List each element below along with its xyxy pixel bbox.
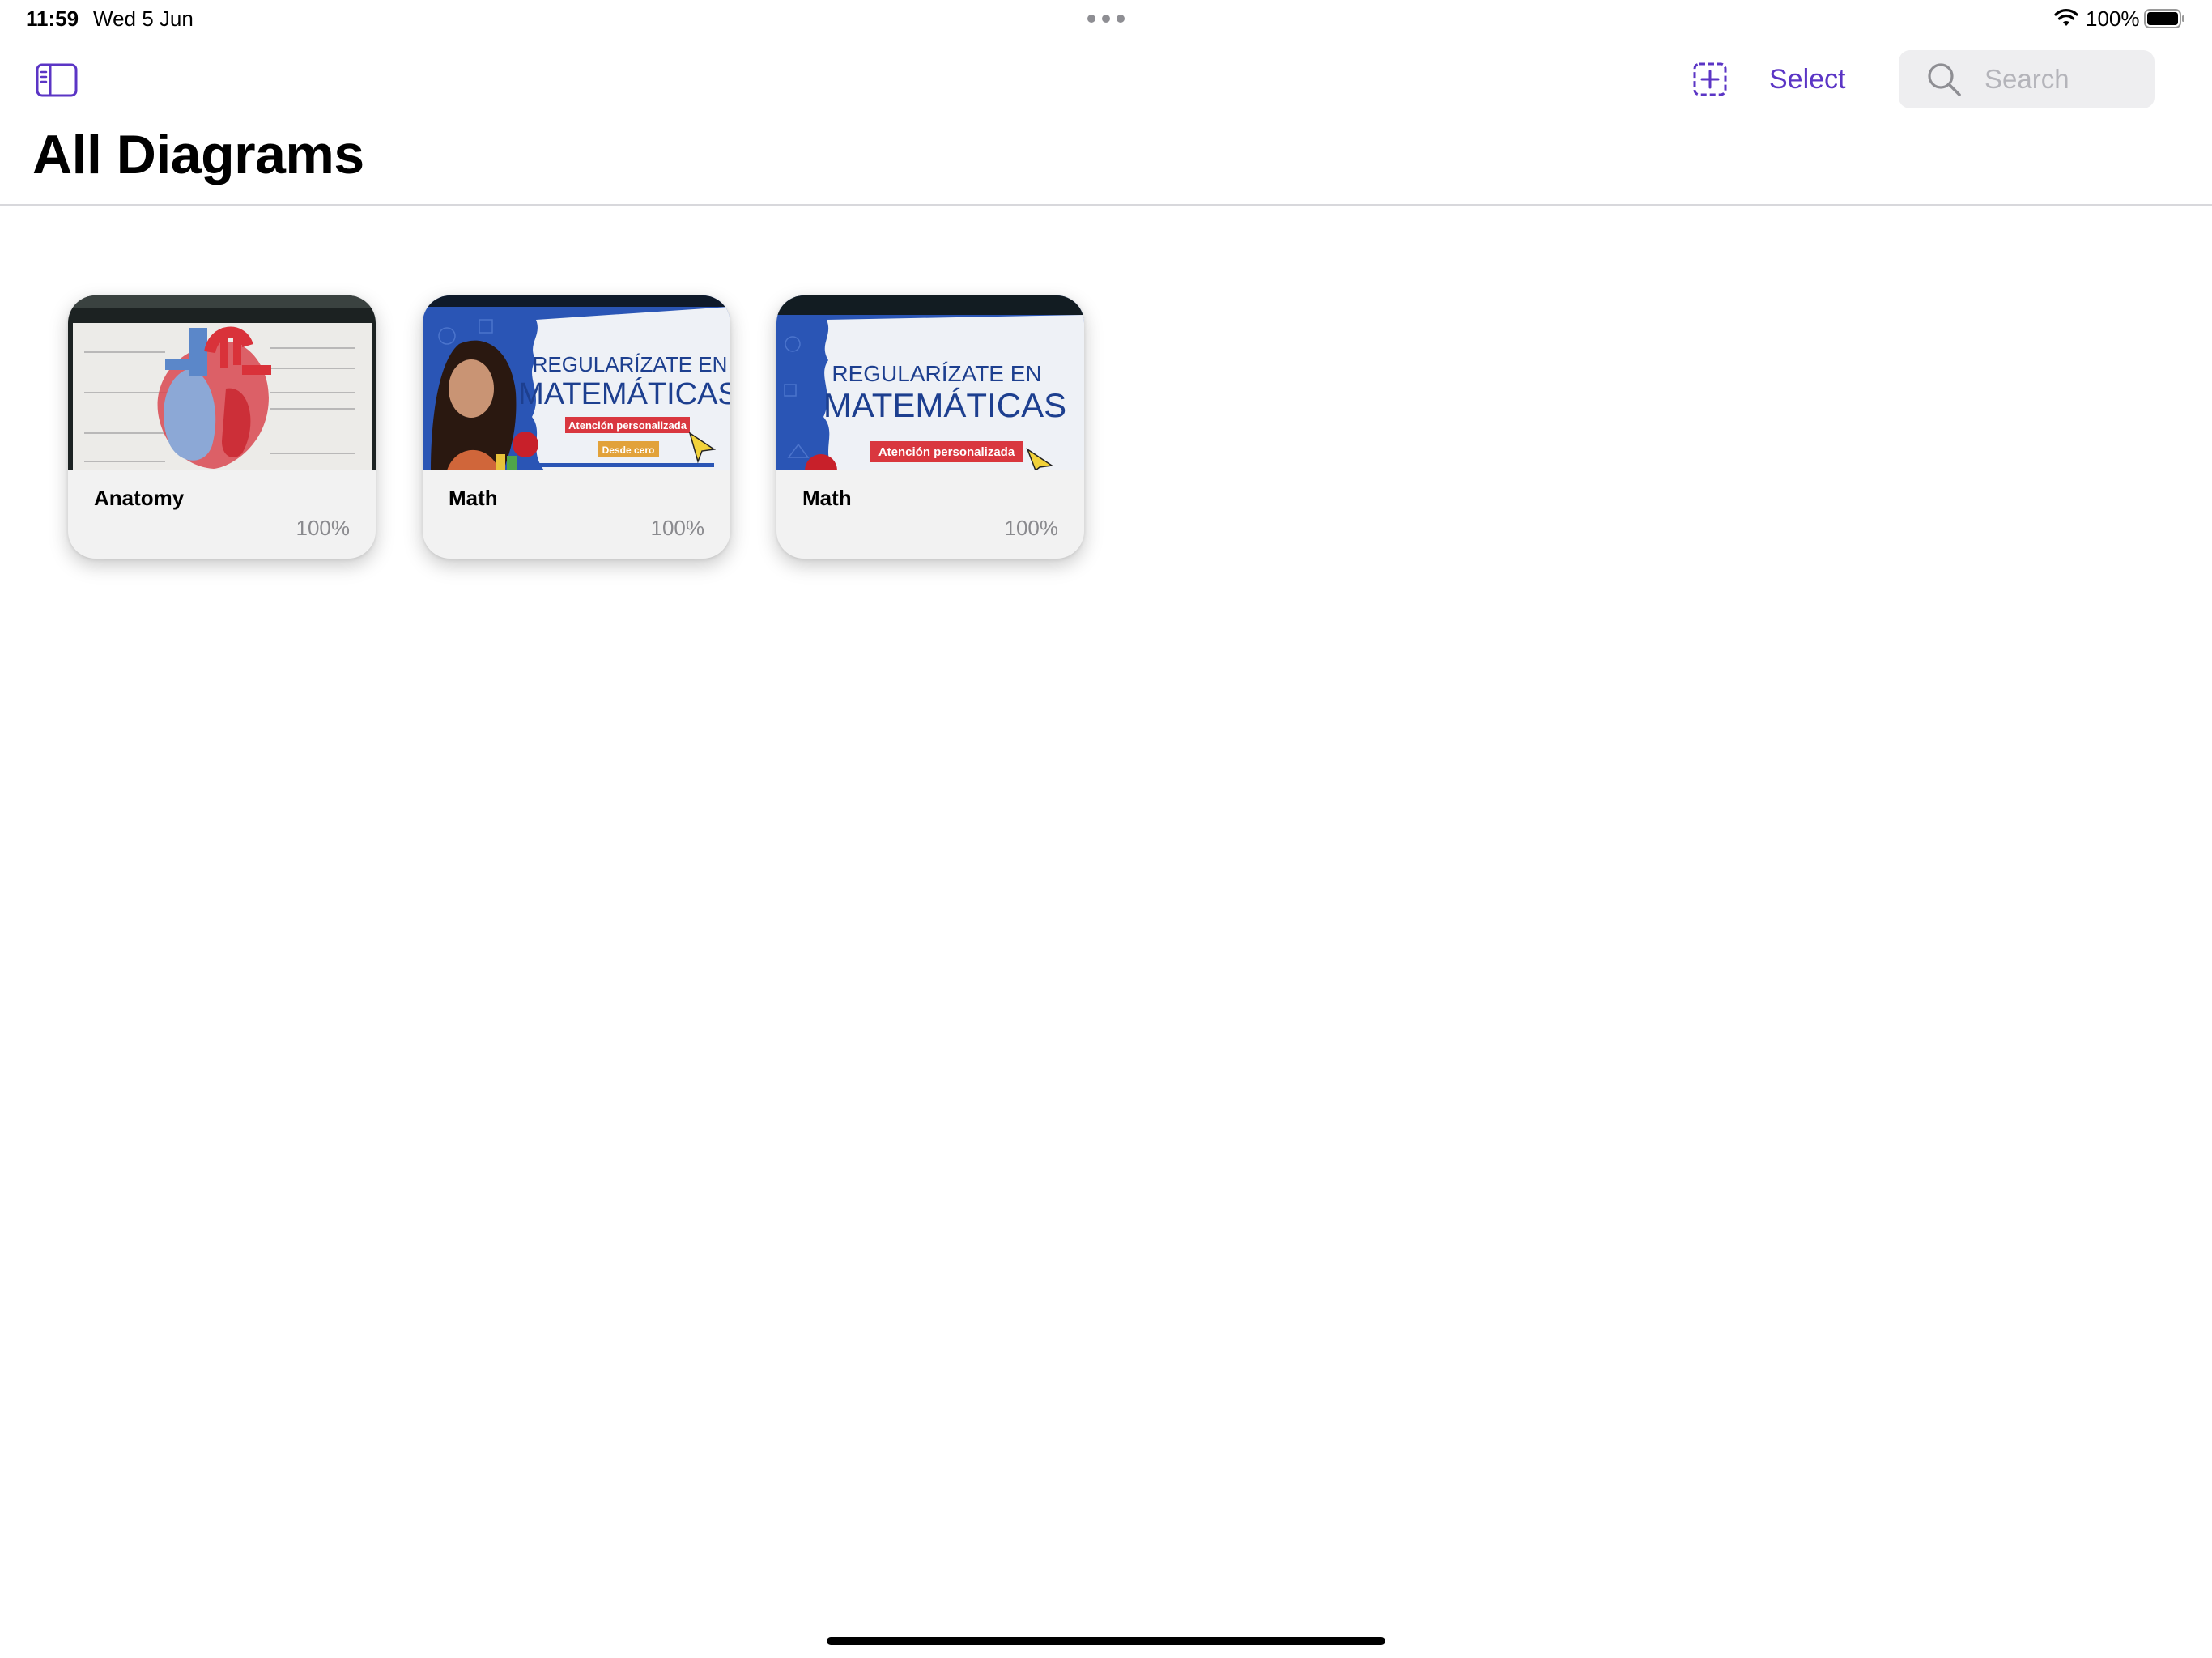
status-date: Wed 5 Jun — [93, 6, 194, 31]
math-poster-image: REGULARÍZATE EN MATEMÁTICAS Atención per… — [776, 295, 1084, 470]
diagram-card-math[interactable]: REGULARÍZATE EN MATEMÁTICAS Atención per… — [423, 295, 730, 559]
heart-diagram-image — [68, 295, 376, 470]
diagram-thumbnail — [68, 295, 376, 470]
diagram-card-math[interactable]: REGULARÍZATE EN MATEMÁTICAS Atención per… — [776, 295, 1084, 559]
diagram-progress: 100% — [650, 516, 705, 540]
diagram-progress: 100% — [1004, 516, 1059, 540]
diagram-thumbnail: REGULARÍZATE EN MATEMÁTICAS Atención per… — [776, 295, 1084, 470]
diagram-name: Math — [802, 486, 852, 510]
poster-tag2: Desde cero — [602, 444, 655, 456]
battery-icon — [2144, 9, 2184, 28]
home-indicator[interactable] — [827, 1637, 1385, 1645]
poster-line2: MATEMÁTICAS — [823, 386, 1066, 424]
diagram-card-anatomy[interactable]: Anatomy 100% — [68, 295, 376, 559]
math-poster-image: REGULARÍZATE EN MATEMÁTICAS Atención per… — [423, 295, 730, 470]
poster-line1: REGULARÍZATE EN — [832, 361, 1041, 386]
add-diagram-icon[interactable] — [1692, 62, 1728, 97]
poster-tag1: Atención personalizada — [878, 445, 1015, 459]
diagram-name: Math — [449, 486, 498, 510]
wifi-icon — [2054, 9, 2078, 26]
sidebar-toggle-icon[interactable] — [36, 63, 78, 97]
multitasking-dots-icon[interactable] — [1087, 15, 1125, 23]
battery-percentage: 100% — [2086, 6, 2140, 31]
search-field[interactable] — [1899, 50, 2155, 108]
search-icon — [1928, 63, 1961, 96]
poster-line2: MATEMÁTICAS — [518, 376, 730, 411]
poster-tag1: Atención personalizada — [568, 419, 687, 432]
status-time: 11:59 — [26, 6, 79, 31]
diagram-thumbnail: REGULARÍZATE EN MATEMÁTICAS Atención per… — [423, 295, 730, 470]
status-bar: 11:59 Wed 5 Jun 100% — [0, 0, 2212, 39]
select-button[interactable]: Select — [1769, 62, 1846, 97]
diagram-progress: 100% — [296, 516, 351, 540]
poster-line1: REGULARÍZATE EN — [533, 352, 728, 376]
page-title: All Diagrams — [32, 124, 364, 185]
diagram-name: Anatomy — [94, 486, 185, 510]
search-input[interactable] — [1983, 50, 2145, 108]
header-divider — [0, 204, 2212, 206]
